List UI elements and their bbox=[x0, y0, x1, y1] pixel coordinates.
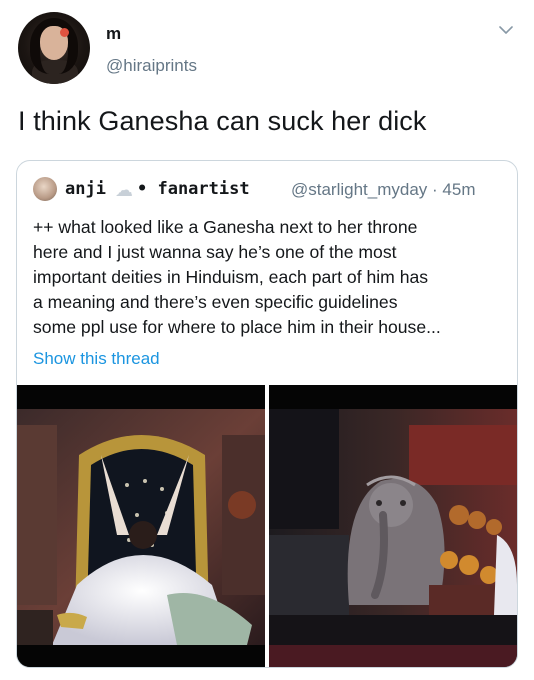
author-handle[interactable]: @hiraiprints bbox=[106, 56, 197, 76]
cloud-icon: ☁ bbox=[115, 180, 133, 200]
quoted-text-line: ++ what looked like a Ganesha next to he… bbox=[33, 217, 418, 237]
quoted-text-line: important deities in Hinduism, each part… bbox=[33, 267, 429, 287]
author-name[interactable]: m bbox=[106, 24, 121, 44]
author-avatar[interactable] bbox=[18, 12, 90, 84]
media-grid bbox=[17, 385, 517, 667]
quoted-tweet-text: ++ what looked like a Ganesha next to he… bbox=[33, 215, 507, 340]
quoted-tweet-card[interactable]: anji ☁ • fanartist @starlight_myday · 45… bbox=[16, 160, 518, 668]
quoted-text-line: a meaning and there’s even specific guid… bbox=[33, 292, 398, 312]
quoted-author-name: anji bbox=[65, 179, 106, 199]
tweet-header: m @hiraiprints bbox=[18, 12, 518, 84]
chevron-down-icon[interactable] bbox=[498, 22, 514, 38]
media-image-throne[interactable] bbox=[17, 385, 265, 667]
quoted-author-avatar bbox=[33, 177, 57, 201]
quoted-author-name-suffix: • fanartist bbox=[137, 179, 250, 199]
avatar-flower-shape bbox=[60, 28, 69, 37]
throne-scene-image bbox=[17, 385, 265, 667]
show-thread-link[interactable]: Show this thread bbox=[33, 349, 160, 369]
quoted-tweet-header: anji ☁ • fanartist @starlight_myday · 45… bbox=[33, 177, 503, 201]
quoted-author-handle-time: @starlight_myday · 45m bbox=[291, 180, 476, 199]
tweet-text: I think Ganesha can suck her dick bbox=[18, 106, 427, 136]
ganesha-scene-image bbox=[269, 385, 517, 667]
quoted-text-line: some ppl use for where to place him in t… bbox=[33, 317, 441, 337]
quoted-text-line: here and I just wanna say he’s one of th… bbox=[33, 242, 397, 262]
media-image-ganesha[interactable] bbox=[269, 385, 517, 667]
